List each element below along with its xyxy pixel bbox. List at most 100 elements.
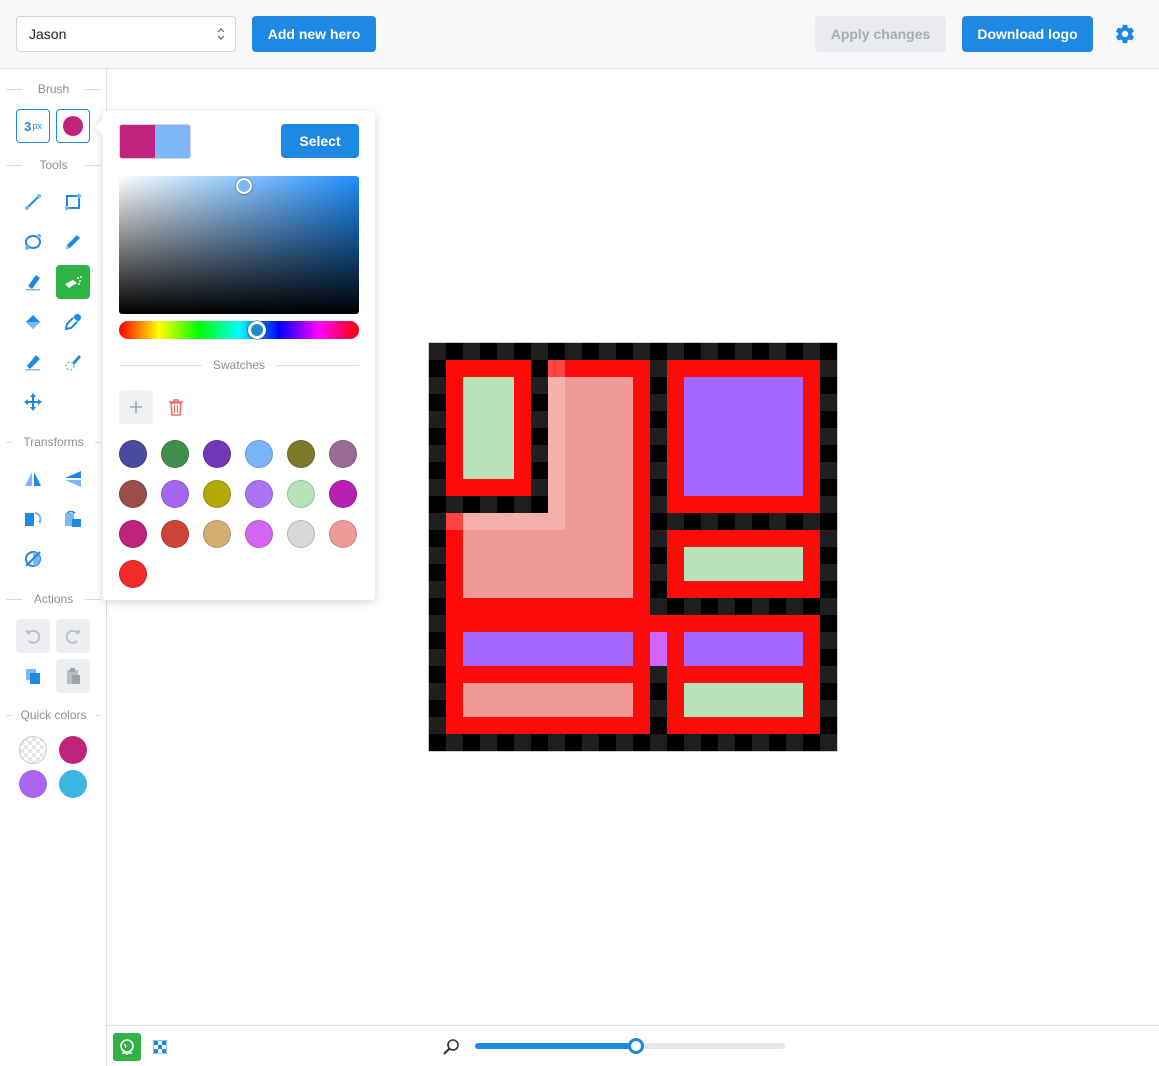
drawing-canvas[interactable]	[428, 342, 838, 752]
rectangle-tool-button[interactable]	[56, 185, 90, 219]
zoom-slider[interactable]	[475, 1038, 785, 1054]
hero-select[interactable]: Jason	[16, 16, 236, 52]
gradient-button[interactable]	[56, 345, 90, 379]
top-toolbar: Jason Add new hero Apply changes Downloa…	[0, 0, 1159, 69]
eraser-tool-icon	[26, 275, 40, 291]
fill-bucket-button[interactable]	[16, 305, 50, 339]
brush-size-value: 3	[24, 118, 32, 134]
invert-icon	[25, 551, 41, 567]
ellipse-tool-icon	[24, 233, 42, 251]
quick-color-cyan[interactable]	[59, 770, 87, 798]
bottom-bar	[107, 1025, 1159, 1066]
eraser-tool-button[interactable]	[16, 265, 50, 299]
rotate-left-button[interactable]	[56, 502, 90, 536]
quick-color-magenta[interactable]	[59, 736, 87, 764]
flip-horizontal-icon	[25, 472, 41, 486]
invert-button[interactable]	[16, 542, 50, 576]
line-tool-icon	[25, 194, 41, 210]
select-color-button[interactable]: Select	[281, 124, 359, 158]
color-compare	[119, 124, 191, 159]
rotate-right-button[interactable]	[16, 502, 50, 536]
current-color[interactable]	[120, 125, 155, 158]
move-button[interactable]	[16, 385, 50, 419]
rotate-right-icon	[25, 512, 42, 526]
swatch-color[interactable]	[329, 440, 357, 468]
apply-changes-button[interactable]: Apply changes	[815, 16, 946, 52]
zoom-slider-handle[interactable]	[628, 1038, 645, 1054]
zoom-slider-fill	[475, 1043, 637, 1049]
brush-color-button[interactable]	[56, 109, 90, 143]
move-icon	[24, 393, 42, 411]
spray-tool-icon	[65, 276, 82, 288]
download-logo-button[interactable]: Download logo	[962, 16, 1093, 52]
brush-size-unit: px	[32, 121, 42, 131]
transforms-section-title: Transforms	[0, 434, 107, 450]
brush-size-button[interactable]: 3 px	[16, 109, 50, 143]
redo-icon	[65, 629, 81, 644]
swatch-color[interactable]	[119, 480, 147, 508]
pencil-tool-icon	[66, 235, 80, 249]
swatch-color[interactable]	[245, 520, 273, 548]
swatch-color[interactable]	[119, 520, 147, 548]
undo-icon	[25, 629, 41, 644]
swatch-color[interactable]	[329, 520, 357, 548]
add-new-hero-button[interactable]: Add new hero	[252, 16, 376, 52]
marker-button[interactable]	[16, 345, 50, 379]
swatch-color[interactable]	[161, 520, 189, 548]
trash-icon[interactable]	[166, 397, 186, 417]
brush-color-swatch	[63, 116, 83, 136]
saturation-value-area[interactable]	[119, 176, 359, 314]
saturation-value-handle[interactable]	[236, 178, 252, 194]
swatches-title: Swatches	[119, 357, 359, 373]
quick-colors-section-title: Quick colors	[0, 707, 107, 723]
transparency-grid-icon[interactable]	[153, 1040, 167, 1054]
actions-section-title: Actions	[0, 591, 107, 607]
swatch-color[interactable]	[287, 480, 315, 508]
swatch-color[interactable]	[161, 480, 189, 508]
previous-color[interactable]	[155, 125, 190, 158]
undo-button[interactable]	[16, 619, 50, 653]
ellipse-tool-button[interactable]	[16, 225, 50, 259]
flip-vertical-button[interactable]	[56, 462, 90, 496]
copy-button[interactable]	[16, 659, 50, 693]
fill-bucket-icon	[26, 315, 40, 329]
swatch-color[interactable]	[287, 520, 315, 548]
eyedropper-icon	[64, 313, 82, 331]
redo-button[interactable]	[56, 619, 90, 653]
plus-icon	[130, 401, 142, 413]
add-swatch-button[interactable]	[119, 390, 153, 424]
swatch-color[interactable]	[203, 440, 231, 468]
swatch-color[interactable]	[329, 480, 357, 508]
paste-button[interactable]	[56, 659, 90, 693]
spray-tool-button[interactable]	[56, 265, 90, 299]
zoom-icon	[443, 1039, 459, 1055]
logo-pixel-art	[429, 343, 837, 751]
quick-color-transparent[interactable]	[19, 736, 47, 764]
swatch-color[interactable]	[245, 480, 273, 508]
rotate-left-icon	[65, 510, 81, 527]
eyedropper-button[interactable]	[56, 305, 90, 339]
line-tool-button[interactable]	[16, 185, 50, 219]
swatch-color[interactable]	[287, 440, 315, 468]
swatch-color[interactable]	[203, 480, 231, 508]
swatch-color[interactable]	[119, 560, 147, 588]
color-picker-popup: Select Swatches	[94, 111, 375, 600]
brush-section-title: Brush	[0, 81, 107, 97]
swatch-color[interactable]	[161, 440, 189, 468]
tools-section-title: Tools	[0, 157, 107, 173]
rectangle-tool-icon	[64, 193, 82, 211]
flip-horizontal-button[interactable]	[16, 462, 50, 496]
marker-icon	[26, 355, 40, 371]
quick-color-purple[interactable]	[19, 770, 47, 798]
swatch-color[interactable]	[119, 440, 147, 468]
swatch-color[interactable]	[245, 440, 273, 468]
left-sidebar: Brush 3 px Tools Transforms Actions Quic…	[0, 69, 107, 1066]
gear-icon[interactable]	[1114, 23, 1136, 45]
hue-slider-handle[interactable]	[248, 321, 266, 339]
pencil-tool-button[interactable]	[56, 225, 90, 259]
hero-select-value: Jason	[29, 26, 67, 42]
hue-slider[interactable]	[119, 321, 359, 339]
globe-icon	[120, 1039, 134, 1055]
swatch-color[interactable]	[203, 520, 231, 548]
background-toggle-button[interactable]	[113, 1033, 141, 1061]
